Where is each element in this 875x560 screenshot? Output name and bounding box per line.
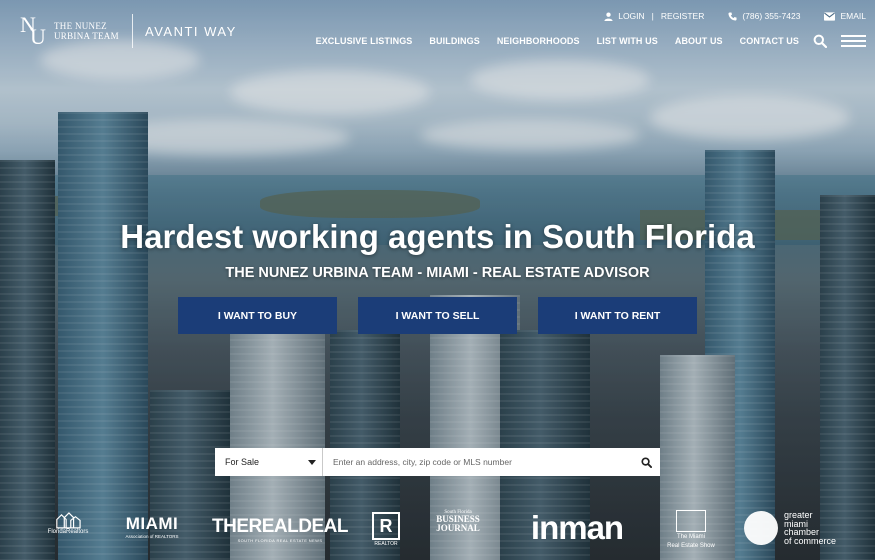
nu-monogram: N U <box>20 14 48 48</box>
monogram-u: U <box>30 24 46 49</box>
hero-subtitle: THE NUNEZ URBINA TEAM - MIAMI - REAL EST… <box>225 265 650 281</box>
show-line2: Real Estate Show <box>667 543 715 549</box>
nav-exclusive-listings[interactable]: EXCLUSIVE LISTINGS <box>316 36 413 46</box>
search-icon <box>640 456 652 468</box>
login-link[interactable]: LOGIN <box>618 11 644 21</box>
sell-button[interactable]: I WANT TO SELL <box>358 297 517 334</box>
buy-button[interactable]: I WANT TO BUY <box>178 297 337 334</box>
miami-real-estate-show-logo: The Miami Real Estate Show <box>662 510 720 550</box>
affiliation-logos: FloridaRealtors MIAMI Association of REA… <box>0 506 875 552</box>
link-separator: | <box>651 11 654 21</box>
hamburger-menu-icon[interactable] <box>841 35 866 47</box>
miami-logo-subtext: Association of REALTORS <box>125 534 179 539</box>
miami-realtors-logo: MIAMI Association of REALTORS <box>112 514 192 539</box>
listing-type-select[interactable]: For Sale <box>215 448 323 476</box>
chamber-of-commerce-logo: greater miami chamber of commerce <box>744 511 836 545</box>
florida-realtors-text: FloridaRealtors <box>47 529 89 535</box>
team-name-line2: URBINA TEAM <box>54 31 119 41</box>
site-logo[interactable]: N U THE NUNEZ URBINA TEAM AVANTI WAY <box>20 14 237 48</box>
user-icon <box>604 12 613 21</box>
email-link[interactable]: EMAIL <box>824 11 866 21</box>
email-label: EMAIL <box>840 11 866 21</box>
chevron-down-icon <box>308 459 316 465</box>
utility-bar: LOGIN | REGISTER (786) 355-7423 EMAIL <box>580 11 866 21</box>
main-navigation: EXCLUSIVE LISTINGS BUILDINGS NEIGHBORHOO… <box>299 34 866 48</box>
search-input[interactable]: Enter an address, city, zip code or MLS … <box>323 448 632 476</box>
nav-about-us[interactable]: ABOUT US <box>675 36 723 46</box>
realtor-text: REALTOR <box>374 541 398 547</box>
search-submit-button[interactable] <box>632 448 660 476</box>
phone-link[interactable]: (786) 355-7423 <box>728 11 800 21</box>
rent-button[interactable]: I WANT TO RENT <box>538 297 697 334</box>
phone-icon <box>728 11 737 21</box>
account-links: LOGIN | REGISTER <box>604 11 704 21</box>
therealdeal-logo: THEREALDEAL SOUTH FLORIDA REAL ESTATE NE… <box>212 516 348 543</box>
logo-divider <box>132 14 133 48</box>
search-icon[interactable] <box>813 34 827 48</box>
realtor-r-mark: R <box>372 512 400 540</box>
listing-type-value: For Sale <box>225 457 260 467</box>
miami-logo-text: MIAMI <box>125 514 179 533</box>
chamber-text: greater miami chamber of commerce <box>784 511 836 545</box>
register-link[interactable]: REGISTER <box>661 11 704 21</box>
team-name-line1: THE NUNEZ <box>54 21 107 31</box>
nav-buildings[interactable]: BUILDINGS <box>429 36 479 46</box>
company-name: AVANTI WAY <box>145 23 237 39</box>
hero-cta-group: I WANT TO BUY I WANT TO SELL I WANT TO R… <box>178 297 697 334</box>
therealdeal-text: THEREALDEAL <box>212 516 348 537</box>
hero-title: Hardest working agents in South Florida <box>120 218 755 255</box>
nav-list-with-us[interactable]: LIST WITH US <box>597 36 658 46</box>
florida-realtors-logo: FloridaRealtors <box>42 510 94 535</box>
globe-icon <box>744 511 778 545</box>
nav-contact-us[interactable]: CONTACT US <box>740 36 799 46</box>
show-line1: The Miami <box>676 534 705 540</box>
sfbj-line3: JOURNAL <box>436 523 480 533</box>
phone-number: (786) 355-7423 <box>742 11 801 21</box>
inman-text: inman <box>530 509 624 546</box>
team-name: THE NUNEZ URBINA TEAM <box>54 21 124 41</box>
inman-logo: inman <box>522 510 632 546</box>
property-search-bar: For Sale Enter an address, city, zip cod… <box>215 448 660 476</box>
nav-neighborhoods[interactable]: NEIGHBORHOODS <box>497 36 580 46</box>
show-emblem-icon <box>676 510 706 532</box>
sfbj-logo: South Florida BUSINESS JOURNAL <box>436 510 480 533</box>
realtor-logo: R REALTOR <box>368 512 404 547</box>
therealdeal-subtext: SOUTH FLORIDA REAL ESTATE NEWS <box>237 538 323 543</box>
envelope-icon <box>824 11 836 21</box>
houses-icon <box>56 512 81 529</box>
chamber-line4: of commerce <box>784 535 837 546</box>
